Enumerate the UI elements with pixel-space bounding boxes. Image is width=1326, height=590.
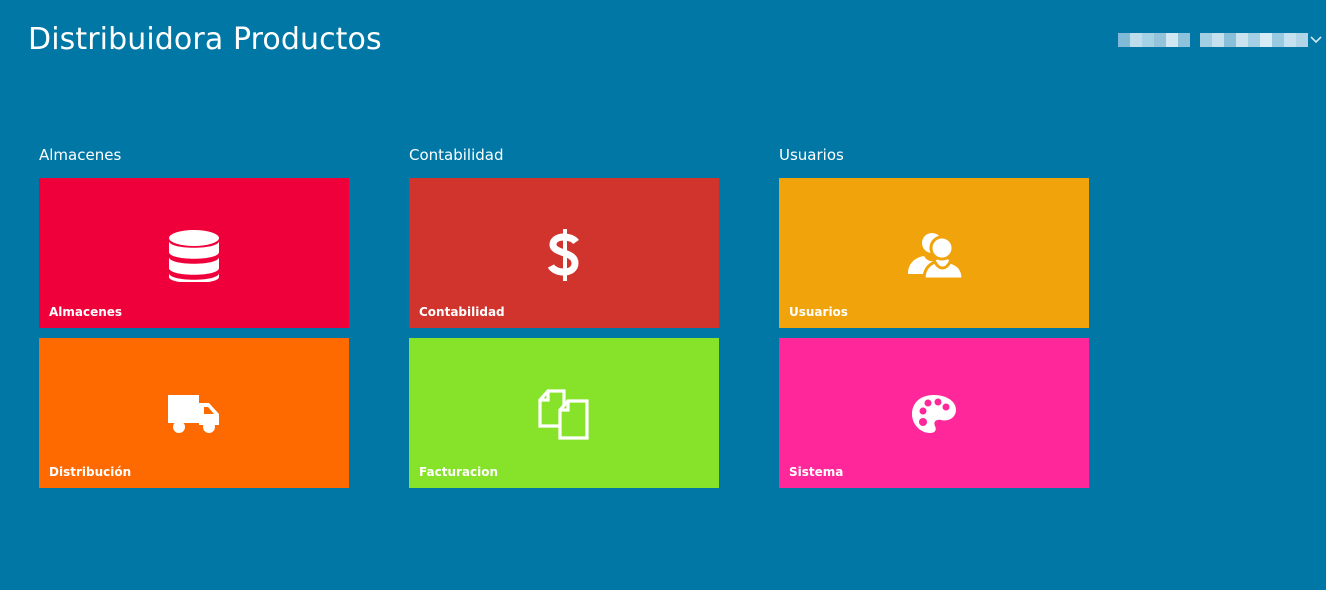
documents-icon bbox=[534, 386, 594, 444]
users-icon bbox=[904, 226, 964, 284]
obscured-user-name bbox=[1118, 31, 1308, 49]
tile-label-distribucion: Distribución bbox=[49, 465, 132, 479]
database-icon bbox=[164, 226, 224, 284]
tile-label-contabilidad: Contabilidad bbox=[419, 305, 505, 319]
group-title-usuarios: Usuarios bbox=[779, 146, 844, 164]
tile-label-usuarios: Usuarios bbox=[789, 305, 848, 319]
truck-icon bbox=[164, 386, 224, 444]
group-usuarios: Usuarios Usuarios Sistema bbox=[779, 145, 1089, 488]
tile-label-sistema: Sistema bbox=[789, 465, 844, 479]
group-contabilidad: Contabilidad Contabilidad Facturacion bbox=[409, 145, 719, 488]
chevron-down-icon[interactable] bbox=[1308, 31, 1324, 47]
tile-sistema[interactable]: Sistema bbox=[779, 338, 1089, 488]
dollar-icon bbox=[534, 226, 594, 284]
tile-facturacion[interactable]: Facturacion bbox=[409, 338, 719, 488]
tile-distribucion[interactable]: Distribución bbox=[39, 338, 349, 488]
tile-usuarios[interactable]: Usuarios bbox=[779, 178, 1089, 328]
app-title: Distribuidora Productos bbox=[28, 22, 382, 57]
tile-contabilidad[interactable]: Contabilidad bbox=[409, 178, 719, 328]
tile-label-facturacion: Facturacion bbox=[419, 465, 499, 479]
palette-icon bbox=[904, 386, 964, 444]
group-almacenes: Almacenes Almacenes Distribución bbox=[39, 145, 349, 488]
group-title-almacenes: Almacenes bbox=[39, 146, 122, 164]
tile-label-almacenes: Almacenes bbox=[49, 305, 123, 319]
user-menu[interactable] bbox=[1118, 28, 1326, 54]
group-title-contabilidad: Contabilidad bbox=[409, 146, 504, 164]
tile-almacenes[interactable]: Almacenes bbox=[39, 178, 349, 328]
